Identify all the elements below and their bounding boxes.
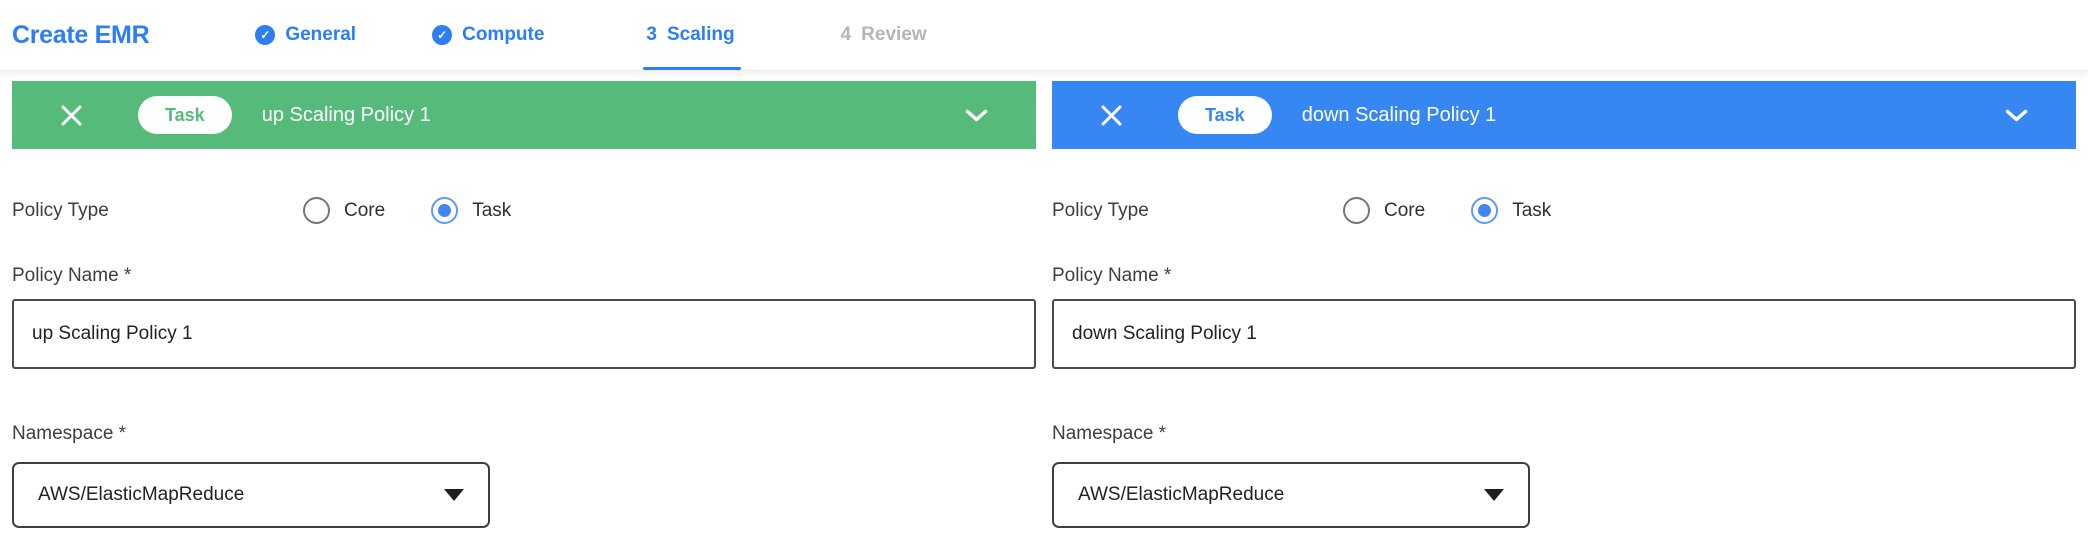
close-icon[interactable] [1099,103,1124,128]
check-circle-icon: ✓ [432,25,452,45]
scale-up-policy-panel: Task up Scaling Policy 1 Policy Type Cor… [12,81,1036,528]
namespace-select[interactable]: AWS/ElasticMapReduce [1052,462,1530,528]
policy-type-label: Policy Type [1052,200,1343,222]
task-radio[interactable]: Task [1471,197,1551,224]
page-title: Create EMR [12,21,149,50]
step-label: Compute [462,24,544,46]
step-label: Scaling [667,24,735,46]
task-radio-label: Task [472,200,511,222]
check-circle-icon: ✓ [255,25,275,45]
step-compute[interactable]: ✓ Compute [432,0,544,70]
policy-name-input[interactable] [1052,299,2076,369]
policy-name-field: Policy Name * [1052,265,2076,369]
policy-bar-title: down Scaling Policy 1 [1302,104,1497,127]
scaling-policies-area: Task up Scaling Policy 1 Policy Type Cor… [0,71,2088,528]
policy-type-row: Policy Type Core Task [12,197,1036,224]
policy-type-label: Policy Type [12,200,303,222]
scale-up-policy-header[interactable]: Task up Scaling Policy 1 [12,81,1036,149]
caret-down-icon [1484,489,1504,501]
task-badge: Task [138,96,232,134]
namespace-field: Namespace * AWS/ElasticMapReduce [12,423,1036,528]
radio-checked-icon [1471,197,1498,224]
step-scaling[interactable]: 3 Scaling [646,0,734,70]
caret-down-icon [444,489,464,501]
namespace-selected-value: AWS/ElasticMapReduce [38,484,244,506]
namespace-select[interactable]: AWS/ElasticMapReduce [12,462,490,528]
core-radio-label: Core [1384,200,1425,222]
step-review[interactable]: 4 Review [841,0,927,70]
radio-unchecked-icon [303,197,330,224]
core-radio[interactable]: Core [1343,197,1425,224]
policy-type-radios: Core Task [303,197,511,224]
policy-bar-title: up Scaling Policy 1 [262,104,431,127]
chevron-down-icon[interactable] [2005,109,2028,122]
task-radio-label: Task [1512,200,1551,222]
namespace-label: Namespace * [12,423,1036,445]
namespace-selected-value: AWS/ElasticMapReduce [1078,484,1284,506]
policy-name-label: Policy Name * [1052,265,2076,287]
step-label: General [285,24,356,46]
chevron-down-icon[interactable] [965,109,988,122]
namespace-field: Namespace * AWS/ElasticMapReduce [1052,423,2076,528]
core-radio[interactable]: Core [303,197,385,224]
task-radio[interactable]: Task [431,197,511,224]
close-icon[interactable] [59,103,84,128]
step-number: 3 [646,24,657,46]
step-number: 4 [841,24,852,46]
radio-unchecked-icon [1343,197,1370,224]
policy-name-label: Policy Name * [12,265,1036,287]
radio-checked-icon [431,197,458,224]
scale-down-policy-header[interactable]: Task down Scaling Policy 1 [1052,81,2076,149]
policy-type-row: Policy Type Core Task [1052,197,2076,224]
policy-type-radios: Core Task [1343,197,1551,224]
wizard-steps: ✓ General ✓ Compute 3 Scaling 4 Review [255,0,926,70]
core-radio-label: Core [344,200,385,222]
scale-down-policy-panel: Task down Scaling Policy 1 Policy Type C… [1052,81,2076,528]
step-general[interactable]: ✓ General [255,0,356,70]
policy-name-input[interactable] [12,299,1036,369]
namespace-label: Namespace * [1052,423,2076,445]
task-badge: Task [1178,96,1272,134]
active-tab-underline [643,67,740,70]
wizard-header: Create EMR ✓ General ✓ Compute 3 Scaling… [0,0,2088,71]
policy-name-field: Policy Name * [12,265,1036,369]
step-label: Review [861,24,926,46]
